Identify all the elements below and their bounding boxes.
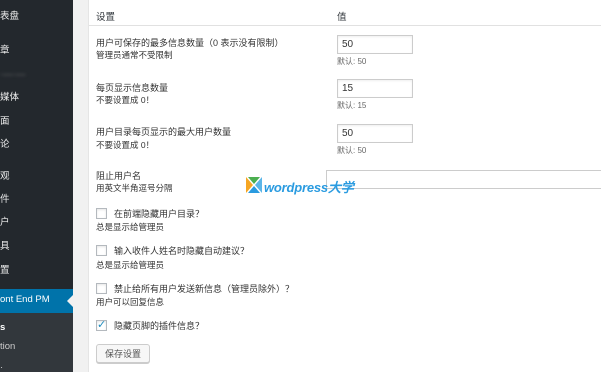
admin-sidebar: 表盘 章 ·—·— 媒体 面 论 观 件 户 具 置 ont End PM s … xyxy=(0,0,73,372)
sidebar-item-pages[interactable]: 面 xyxy=(0,115,73,129)
block-users-desc: 用英文半角逗号分隔 xyxy=(96,183,173,193)
sidebar-submenu: s tion · xyxy=(0,313,73,372)
sidebar-item-media[interactable]: 媒体 xyxy=(0,91,73,105)
table-header: 设置 值 xyxy=(89,0,601,26)
sidebar-item-appearance[interactable]: 观 xyxy=(0,170,73,184)
submenu-item-more[interactable]: · xyxy=(0,361,73,372)
disable-new-messages-desc: 用户可以回复信息 xyxy=(96,297,165,307)
per-page-desc: 不要设置成 0！ xyxy=(96,95,155,105)
hide-footer-checkbox[interactable] xyxy=(96,318,107,331)
sidebar-item-front-end-pm[interactable]: ont End PM xyxy=(0,289,73,313)
hide-directory-checkbox[interactable] xyxy=(96,208,107,219)
save-settings-button[interactable]: 保存设置 xyxy=(96,344,150,363)
watermark-text: wordpress大学 xyxy=(264,180,354,195)
max-messages-input[interactable] xyxy=(337,35,413,54)
hide-autosuggest-desc: 总是显示给管理员 xyxy=(96,260,165,270)
directory-per-page-default: 默认: 50 xyxy=(337,146,367,155)
sidebar-item-tools[interactable]: 具 xyxy=(0,240,73,254)
max-messages-desc: 管理员通常不受限制 xyxy=(96,50,173,60)
hide-directory-label: 在前端隐藏用户目录？ xyxy=(114,209,205,219)
submenu-item-settings[interactable]: s xyxy=(0,321,73,335)
per-page-label: 每页显示信息数量 xyxy=(96,83,169,93)
sidebar-item-plugins[interactable]: 件 xyxy=(0,193,73,207)
watermark-logo-icon xyxy=(246,177,262,193)
directory-per-page-input[interactable] xyxy=(337,124,413,143)
sidebar-item-dashboard[interactable]: 表盘 xyxy=(0,10,73,24)
hide-footer-label: 隐藏页脚的插件信息？ xyxy=(114,321,205,331)
active-menu-arrow xyxy=(67,295,73,307)
per-page-input[interactable] xyxy=(337,79,413,98)
disable-new-messages-checkbox[interactable] xyxy=(96,283,107,294)
sidebar-item-users[interactable]: 户 xyxy=(0,216,73,230)
sidebar-active-label: ont End PM xyxy=(0,294,50,305)
directory-per-page-desc: 不要设置成 0！ xyxy=(96,140,155,150)
per-page-default: 默认: 15 xyxy=(337,101,367,110)
block-users-input[interactable] xyxy=(326,170,601,189)
wordpress-daxue-watermark: wordpress大学 xyxy=(246,177,354,195)
hide-autosuggest-label: 输入收件人姓名时隐藏自动建议？ xyxy=(114,246,250,256)
hide-autosuggest-checkbox[interactable] xyxy=(96,245,107,256)
directory-per-page-label: 用户目录每页显示的最大用户数量 xyxy=(96,127,232,137)
header-settings: 设置 xyxy=(96,12,116,23)
hide-directory-desc: 总是显示给管理员 xyxy=(96,222,165,232)
submenu-item-instruction[interactable]: tion xyxy=(0,340,73,354)
max-messages-label: 用户可保存的最多信息数量（0 表示没有限制） xyxy=(96,38,284,48)
sidebar-item-comments[interactable]: 论 xyxy=(0,138,73,152)
block-users-label: 阻止用户名 xyxy=(96,171,142,181)
sidebar-item-blurred[interactable]: ·—·— xyxy=(0,68,73,82)
max-messages-default: 默认: 50 xyxy=(337,57,367,66)
disable-new-messages-label: 禁止给所有用户发送新信息（管理员除外）？ xyxy=(114,284,295,294)
header-value: 值 xyxy=(337,12,347,23)
sidebar-item-posts[interactable]: 章 xyxy=(0,44,73,58)
sidebar-item-settings[interactable]: 置 xyxy=(0,264,73,278)
